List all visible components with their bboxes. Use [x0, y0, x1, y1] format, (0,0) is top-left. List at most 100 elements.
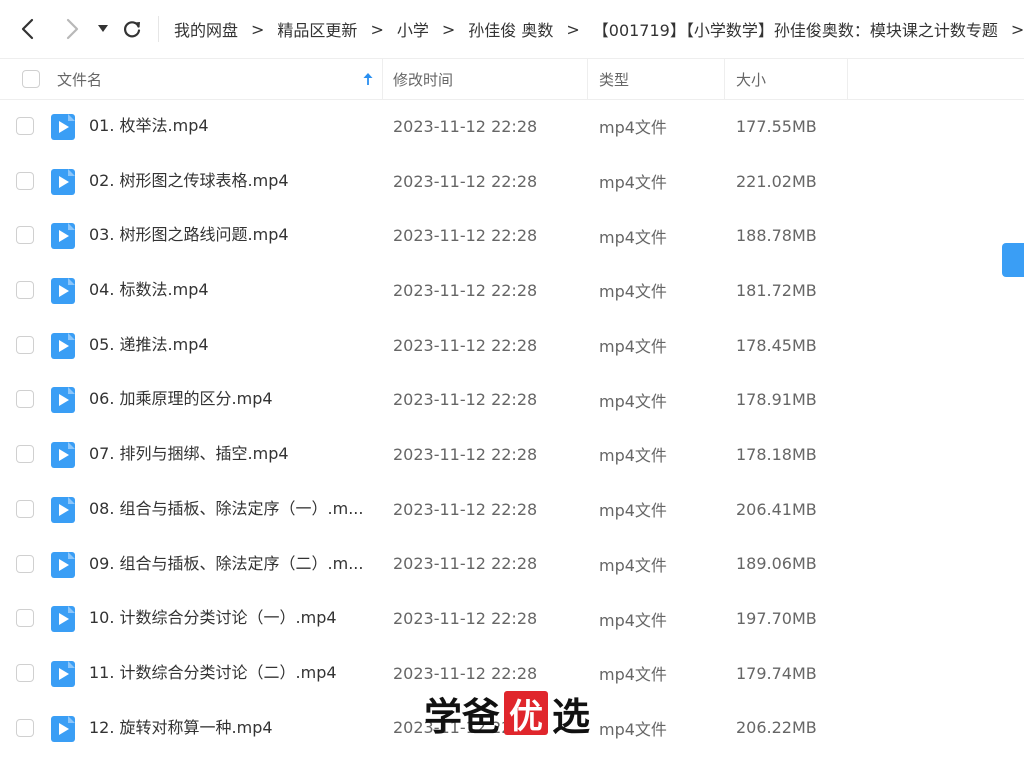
row-checkbox[interactable]: [16, 609, 34, 628]
forward-button[interactable]: [58, 14, 86, 44]
breadcrumb-separator: >: [251, 19, 265, 39]
file-name[interactable]: 11. 计数综合分类讨论（二）.mp4: [89, 646, 367, 701]
file-modified-time: 2023-11-12 22:28: [393, 280, 538, 300]
sort-ascending-arrow-icon[interactable]: [362, 71, 374, 87]
row-checkbox[interactable]: [16, 390, 34, 409]
file-name[interactable]: 05. 递推法.mp4: [89, 318, 367, 373]
back-button[interactable]: [14, 14, 42, 44]
file-size: 179.74MB: [736, 663, 817, 683]
file-modified-time: 2023-11-12 22:28: [393, 171, 538, 191]
breadcrumb-separator: >: [566, 19, 580, 39]
file-size: 178.91MB: [736, 390, 817, 410]
file-row[interactable]: 03. 树形图之路线问题.mp4 2023-11-12 22:28 mp4文件 …: [0, 208, 1024, 263]
file-row[interactable]: 05. 递推法.mp4 2023-11-12 22:28 mp4文件 178.4…: [0, 318, 1024, 373]
video-file-icon: [51, 715, 75, 742]
select-all-cell: [22, 59, 40, 99]
file-size: 178.18MB: [736, 444, 817, 464]
file-size: 221.02MB: [736, 171, 817, 191]
video-file-icon: [51, 332, 75, 359]
row-checkbox[interactable]: [16, 171, 34, 190]
file-name[interactable]: 10. 计数综合分类讨论（一）.mp4: [89, 591, 367, 646]
breadcrumb-item-current-folder[interactable]: 【001719】【小学数学】孙佳俊奥数：模块课之计数专题: [593, 17, 998, 41]
file-row[interactable]: 10. 计数综合分类讨论（一）.mp4 2023-11-12 22:28 mp4…: [0, 591, 1024, 646]
breadcrumb-item-updates[interactable]: 精品区更新: [277, 17, 357, 41]
file-size: 197.70MB: [736, 609, 817, 629]
file-name[interactable]: 06. 加乘原理的区分.mp4: [89, 372, 367, 427]
navigation-bar: 我的网盘 > 精品区更新 > 小学 > 孙佳俊 奥数 > 【001719】【小学…: [0, 0, 1024, 58]
breadcrumb-item-primary[interactable]: 小学: [397, 17, 429, 41]
file-row[interactable]: 09. 组合与插板、除法定序（二）.m... 2023-11-12 22:28 …: [0, 537, 1024, 592]
file-name[interactable]: 09. 组合与插板、除法定序（二）.m...: [89, 537, 367, 592]
file-row[interactable]: 08. 组合与插板、除法定序（一）.m... 2023-11-12 22:28 …: [0, 482, 1024, 537]
side-panel-tab[interactable]: [1002, 243, 1024, 277]
breadcrumb-separator: >: [370, 19, 384, 39]
watermark: 学爸 优 选: [424, 690, 590, 739]
file-row[interactable]: 01. 枚举法.mp4 2023-11-12 22:28 mp4文件 177.5…: [0, 99, 1024, 154]
file-row[interactable]: 04. 标数法.mp4 2023-11-12 22:28 mp4文件 181.7…: [0, 263, 1024, 318]
file-name[interactable]: 02. 树形图之传球表格.mp4: [89, 154, 367, 209]
file-modified-time: 2023-11-12 22:28: [393, 609, 538, 629]
nav-divider: [158, 16, 159, 42]
video-file-icon: [51, 606, 75, 633]
file-size: 181.72MB: [736, 280, 817, 300]
row-checkbox[interactable]: [16, 499, 34, 518]
video-file-icon: [51, 551, 75, 578]
file-type: mp4文件: [599, 555, 667, 575]
row-checkbox[interactable]: [16, 718, 34, 737]
column-divider[interactable]: [724, 59, 725, 99]
breadcrumb-item-olympiad[interactable]: 孙佳俊 奥数: [468, 17, 553, 41]
column-header-modified[interactable]: 修改时间: [393, 59, 453, 99]
video-file-icon: [51, 223, 75, 250]
file-size: 189.06MB: [736, 554, 817, 574]
column-header-name[interactable]: 文件名: [57, 59, 102, 99]
row-checkbox[interactable]: [16, 226, 34, 245]
file-row[interactable]: 07. 排列与捆绑、插空.mp4 2023-11-12 22:28 mp4文件 …: [0, 427, 1024, 482]
file-name[interactable]: 12. 旋转对称算一种.mp4: [89, 701, 367, 756]
row-checkbox[interactable]: [16, 554, 34, 573]
file-name[interactable]: 07. 排列与捆绑、插空.mp4: [89, 427, 367, 482]
watermark-text: 选: [552, 694, 591, 739]
column-header-type[interactable]: 类型: [599, 59, 629, 99]
file-type: mp4文件: [599, 446, 667, 466]
file-type: mp4文件: [599, 719, 667, 739]
column-header-size[interactable]: 大小: [736, 59, 766, 99]
chevron-left-icon: [21, 18, 34, 40]
file-type: mp4文件: [599, 227, 667, 247]
breadcrumb: 我的网盘 > 精品区更新 > 小学 > 孙佳俊 奥数 > 【001719】【小学…: [174, 17, 1024, 41]
video-file-icon: [51, 168, 75, 195]
file-type: mp4文件: [599, 282, 667, 302]
file-modified-time: 2023-11-12 22:28: [393, 444, 538, 464]
file-type: mp4文件: [599, 501, 667, 521]
row-checkbox[interactable]: [16, 117, 34, 135]
file-list-header: 文件名 修改时间 类型 大小: [0, 58, 1024, 100]
file-modified-time: 2023-11-12 22:28: [393, 499, 538, 519]
file-row[interactable]: 02. 树形图之传球表格.mp4 2023-11-12 22:28 mp4文件 …: [0, 154, 1024, 209]
history-dropdown-button[interactable]: [94, 14, 112, 44]
file-list: 01. 枚举法.mp4 2023-11-12 22:28 mp4文件 177.5…: [0, 99, 1024, 755]
caret-down-icon: [98, 25, 108, 32]
breadcrumb-separator: >: [1010, 19, 1024, 39]
column-divider[interactable]: [382, 59, 383, 99]
file-modified-time: 2023-11-12 22:28: [393, 116, 538, 136]
file-type: mp4文件: [599, 665, 667, 685]
file-modified-time: 2023-11-12 22:28: [393, 390, 538, 410]
breadcrumb-separator: >: [441, 19, 456, 39]
video-file-icon: [51, 114, 75, 140]
column-divider[interactable]: [847, 59, 848, 99]
column-divider[interactable]: [587, 59, 588, 99]
file-name[interactable]: 01. 枚举法.mp4: [89, 99, 367, 154]
row-checkbox[interactable]: [16, 281, 34, 300]
row-checkbox[interactable]: [16, 663, 34, 682]
breadcrumb-item-my-drive[interactable]: 我的网盘: [174, 17, 238, 41]
file-name[interactable]: 04. 标数法.mp4: [89, 263, 367, 318]
video-file-icon: [51, 387, 75, 414]
refresh-button[interactable]: [119, 14, 145, 44]
file-name[interactable]: 03. 树形图之路线问题.mp4: [89, 208, 367, 263]
select-all-checkbox[interactable]: [22, 70, 40, 88]
video-file-icon: [51, 442, 75, 469]
watermark-seal: 优: [504, 691, 549, 737]
file-row[interactable]: 06. 加乘原理的区分.mp4 2023-11-12 22:28 mp4文件 1…: [0, 372, 1024, 427]
file-name[interactable]: 08. 组合与插板、除法定序（一）.m...: [89, 482, 367, 537]
row-checkbox[interactable]: [16, 335, 34, 354]
row-checkbox[interactable]: [16, 445, 34, 464]
